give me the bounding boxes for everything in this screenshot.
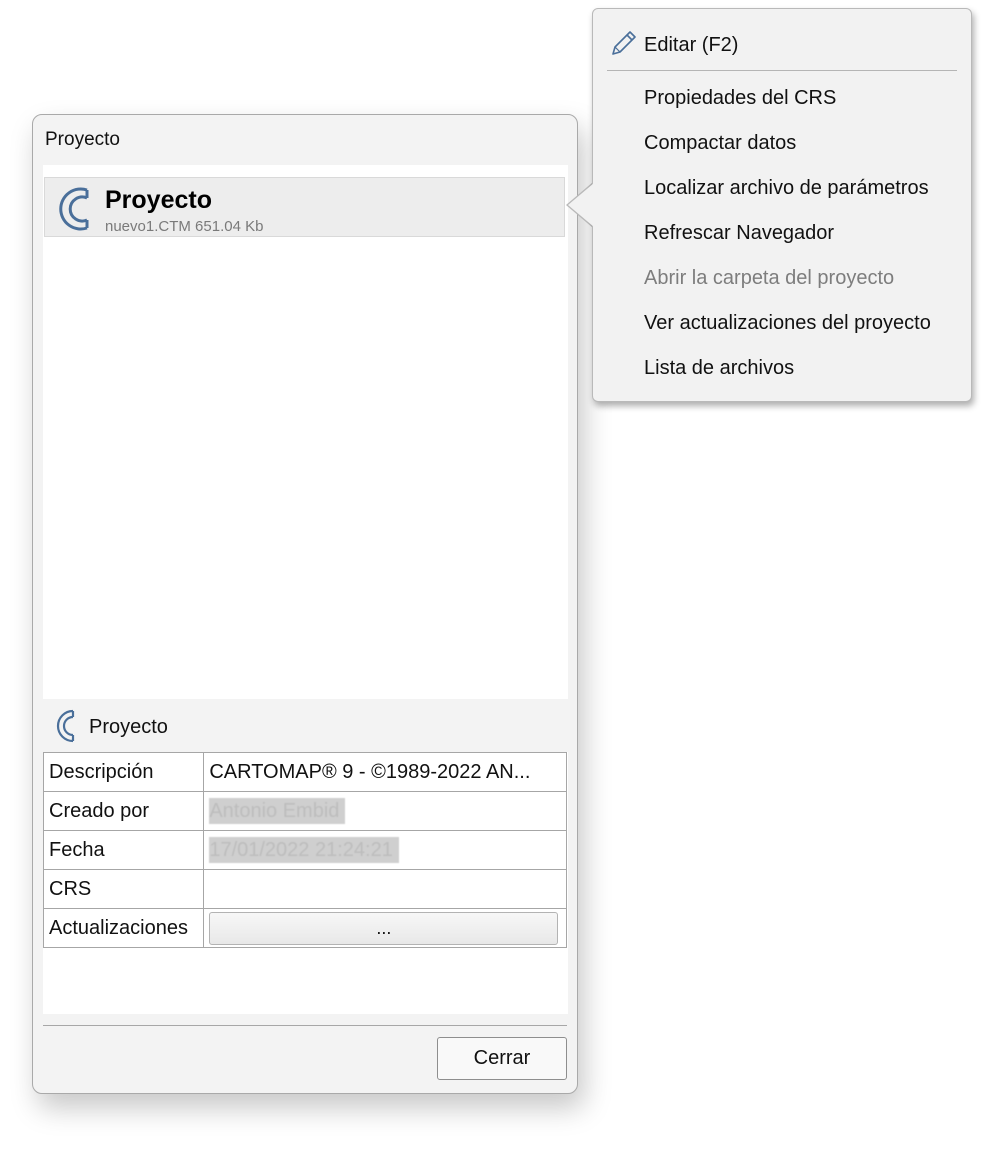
- property-value-updates-cell: ...: [203, 908, 567, 948]
- menu-item-file-list[interactable]: Lista de archivos: [644, 357, 794, 380]
- table-row: Actualizaciones ...: [42, 908, 567, 948]
- menu-item-compact-data[interactable]: Compactar datos: [644, 132, 796, 155]
- property-value-date-cell[interactable]: 17/01/2022 21:24:21: [203, 830, 567, 870]
- menu-item-open-project-folder: Abrir la carpeta del proyecto: [644, 267, 895, 289]
- table-row: Creado por Antonio Embid: [42, 791, 567, 831]
- tree-item-subtitle: nuevo1.CTM 651.04 Kb: [105, 218, 264, 235]
- table-row: Fecha 17/01/2022 21:24:21: [42, 830, 567, 870]
- property-key: Fecha: [42, 830, 205, 870]
- tree-item-title: Proyecto: [105, 186, 212, 214]
- properties-title: Proyecto: [89, 716, 168, 738]
- cartomap-logo-icon: [59, 187, 89, 231]
- close-button[interactable]: Cerrar: [437, 1037, 567, 1080]
- tree-item-project[interactable]: Proyecto nuevo1.CTM 651.04 Kb: [44, 177, 565, 237]
- property-key: Creado por: [42, 791, 205, 831]
- properties-panel: Descripción CARTOMAP® 9 - ©1989-2022 AN.…: [42, 752, 568, 1014]
- property-key: CRS: [42, 869, 205, 909]
- menu-separator: [607, 70, 957, 71]
- table-row: Descripción CARTOMAP® 9 - ©1989-2022 AN.…: [42, 752, 567, 792]
- context-menu: Editar (F2) Propiedades del CRS Compacta…: [592, 8, 972, 402]
- properties-table: Descripción CARTOMAP® 9 - ©1989-2022 AN.…: [42, 752, 567, 948]
- table-row: CRS: [42, 869, 567, 909]
- property-value-description[interactable]: CARTOMAP® 9 - ©1989-2022 AN...: [203, 752, 567, 792]
- updates-ellipsis-button[interactable]: ...: [209, 911, 559, 945]
- property-key: Descripción: [42, 752, 205, 792]
- property-value-author: Antonio Embid: [209, 798, 346, 824]
- pencil-icon: [612, 31, 636, 55]
- divider: [43, 1025, 567, 1026]
- menu-pointer-fill: [568, 183, 594, 227]
- project-tree[interactable]: Proyecto nuevo1.CTM 651.04 Kb: [43, 165, 568, 699]
- property-key: Actualizaciones: [42, 908, 205, 948]
- property-value-date: 17/01/2022 21:24:21: [209, 837, 399, 863]
- property-value-author-cell[interactable]: Antonio Embid: [203, 791, 567, 831]
- menu-item-view-project-updates[interactable]: Ver actualizaciones del proyecto: [644, 312, 931, 335]
- menu-item-locate-params-file[interactable]: Localizar archivo de parámetros: [644, 177, 929, 200]
- project-dialog: Proyecto Proyecto nuevo1.CTM 651.04 Kb P…: [32, 114, 578, 1094]
- menu-item-refresh-navigator[interactable]: Refrescar Navegador: [644, 222, 834, 245]
- dialog-title: Proyecto: [45, 129, 120, 150]
- menu-item-crs-properties[interactable]: Propiedades del CRS: [644, 87, 836, 110]
- property-value-crs[interactable]: [203, 869, 567, 909]
- menu-item-edit[interactable]: Editar (F2): [644, 34, 738, 57]
- cartomap-logo-icon: [56, 709, 75, 743]
